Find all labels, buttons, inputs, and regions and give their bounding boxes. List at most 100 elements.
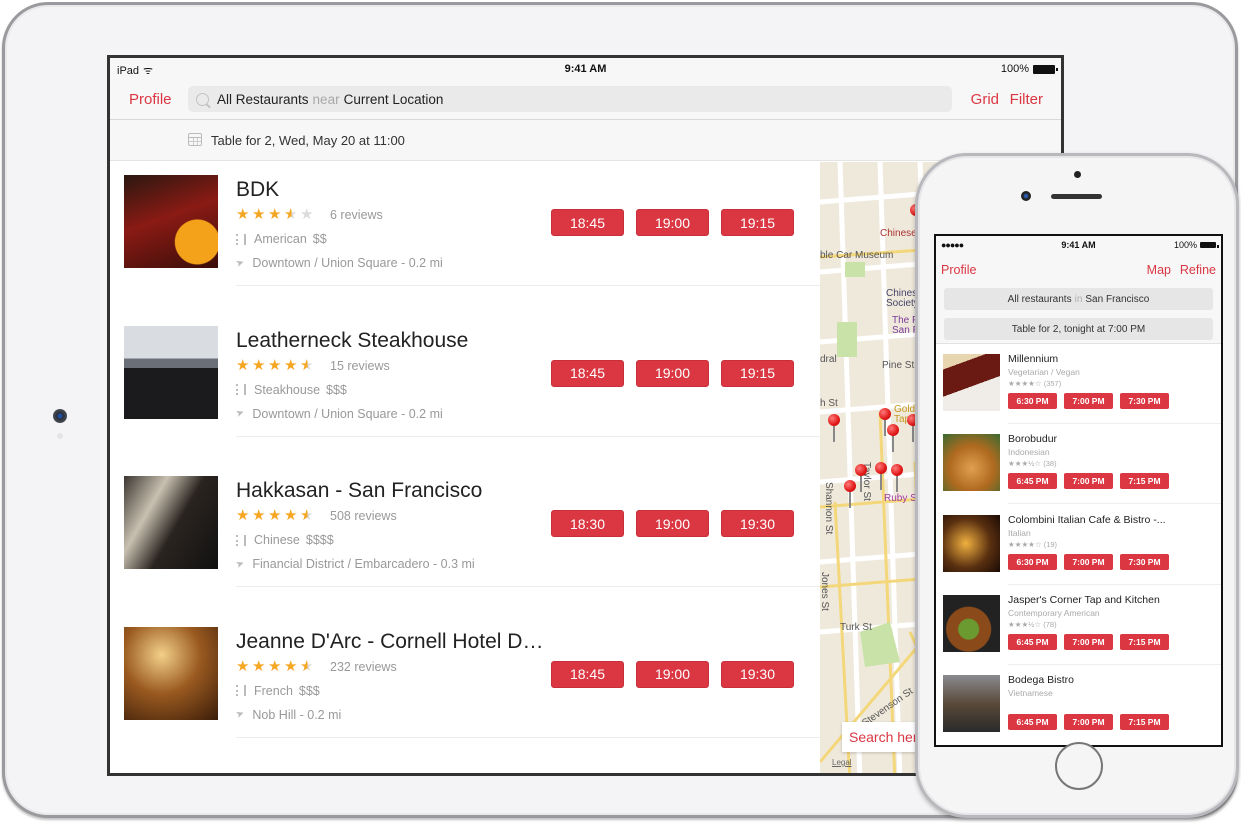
refine-button[interactable]: Refine [1180,263,1216,277]
time-slot-button[interactable]: 18:45 [551,660,624,688]
review-count: (38) [1043,459,1057,469]
search-icon [196,92,209,106]
proximity-sensor [1074,171,1081,178]
star-rating: ★★★½☆ (78) [1008,620,1057,629]
star-icon: ★ [268,507,282,524]
time-slot-button[interactable]: 19:00 [636,209,709,236]
time-slots: 6:45 PM 7:00 PM 7:15 PM [1008,714,1169,731]
star-icon: ★ [300,507,314,524]
restaurant-row[interactable]: Jeanne D'Arc - Cornell Hotel D… ★ ★ ★ ★ ★ 23… [110,614,820,764]
stars-icon: ★★★½☆ [1008,459,1042,469]
restaurant-name[interactable]: Jasper's Corner Tap and Kitchen [1008,594,1160,606]
restaurant-name[interactable]: Jeanne D'Arc - Cornell Hotel D… [236,630,543,654]
map-pin[interactable] [844,480,856,508]
star-rating: ★★★½☆ (38) [1008,459,1057,468]
time-slot-button[interactable]: 19:30 [721,660,794,688]
star-icon: ★ [300,356,314,374]
restaurant-photo [943,594,1000,652]
restaurant-row[interactable]: Jasper's Corner Tap and Kitchen Contempo… [936,585,1221,665]
restaurant-row[interactable]: Leatherneck Steakhouse ★ ★ ★ ★ ★ 15 reviews … [110,313,820,463]
location-field[interactable]: All restaurants in San Francisco [944,288,1213,310]
location-label: Financial District / Embarcadero - 0.3 m… [252,557,475,571]
time-slot-button[interactable]: 19:15 [721,209,794,236]
search-input[interactable]: All Restaurants near Current Location [188,86,952,112]
time-slot-button[interactable]: 18:45 [551,359,624,387]
map-pin[interactable] [828,414,840,442]
restaurant-name[interactable]: BDK [236,178,279,202]
time-slot-button[interactable]: 19:15 [721,359,794,387]
restaurant-list: Millennium Vegetarian / Vegan ★★★★☆ (357… [936,344,1221,745]
map-pin[interactable] [891,464,903,492]
time-slot-button[interactable]: 7:15 PM [1120,633,1169,650]
time-slot-button[interactable]: 7:00 PM [1064,553,1113,570]
map-pin[interactable] [879,408,891,436]
time-slot-button[interactable]: 7:30 PM [1120,553,1169,570]
time-slot-button[interactable]: 7:00 PM [1064,473,1113,490]
map-pin[interactable] [875,462,887,490]
time-slot-button[interactable]: 7:00 PM [1064,633,1113,650]
legal-link[interactable]: Legal [832,758,852,767]
time-slot-button[interactable]: 19:00 [636,359,709,387]
map-label: Turk St [840,622,872,633]
search-query: All Restaurants [217,91,309,107]
time-slot-button[interactable]: 6:45 PM [1008,714,1057,731]
reservation-bar[interactable]: Table for 2, Wed, May 20 at 11:00 [110,120,1061,161]
search-connector: near [312,91,340,107]
grid-button[interactable]: Grid [971,91,999,108]
battery-percent: 100% [1173,240,1197,250]
time-slot-button[interactable]: 7:15 PM [1120,714,1169,731]
restaurant-name[interactable]: Hakkasan - San Francisco [236,479,482,503]
location-label: Downtown / Union Square - 0.2 mi [252,256,443,270]
time-slot-button[interactable]: 7:15 PM [1120,473,1169,490]
restaurant-row[interactable]: Millennium Vegetarian / Vegan ★★★★☆ (357… [936,344,1221,424]
star-icon: ★ [284,507,298,524]
battery-icon [1033,64,1058,74]
time-slot-button[interactable]: 6:45 PM [1008,473,1057,490]
star-icon: ★ [236,206,250,223]
time-slot-button[interactable]: 19:00 [636,660,709,688]
map-button[interactable]: Map [1147,263,1171,277]
time-slot-button[interactable]: 18:45 [551,209,624,236]
home-button[interactable] [1055,742,1103,790]
time-slot-button[interactable]: 19:00 [636,510,709,537]
utensils-icon [236,384,246,395]
location-arrow-icon: ➤ [234,406,247,421]
restaurant-name[interactable]: Leatherneck Steakhouse [236,329,468,353]
restaurant-photo [124,175,218,268]
reservation-field[interactable]: Table for 2, tonight at 7:00 PM [944,318,1213,340]
navigation-bar: Profile Map Refine [936,254,1221,286]
cuisine-label: Vegetarian / Vegan [1008,367,1080,377]
star-icon: ★ [236,657,250,675]
profile-button[interactable]: Profile [129,91,172,108]
restaurant-row[interactable]: Bodega Bistro Vietnamese 6:45 PM 7:00 PM 7… [936,665,1221,745]
location-info: ➤ Downtown / Union Square - 0.2 mi [234,406,442,421]
time-slot-button[interactable]: 18:30 [551,510,624,537]
time-slot-button[interactable]: 6:30 PM [1008,553,1057,570]
map-pin[interactable] [907,414,919,442]
time-slot-button[interactable]: 6:30 PM [1008,393,1057,409]
restaurant-row[interactable]: BDK ★ ★ ★ ★ ★ 6 reviews American $$ ➤ Downto… [110,162,820,312]
restaurant-row[interactable]: Hakkasan - San Francisco ★ ★ ★ ★ ★ 508 revie… [110,463,820,613]
restaurant-name[interactable]: Millennium [1008,353,1058,365]
profile-button[interactable]: Profile [941,263,976,277]
restaurant-name[interactable]: Borobudur [1008,433,1057,445]
restaurant-row[interactable]: Colombini Italian Cafe & Bistro -... Ita… [936,505,1221,585]
time-slot-button[interactable]: 19:30 [721,510,794,537]
cuisine-label: Chinese [254,533,300,547]
filter-button[interactable]: Filter [1010,91,1043,108]
cuisine-info: French $$$ [236,684,320,698]
location-info: ➤ Downtown / Union Square - 0.2 mi [234,256,443,270]
restaurant-name[interactable]: Colombini Italian Cafe & Bistro -... [1008,514,1166,526]
time-slot-button[interactable]: 7:00 PM [1064,714,1113,731]
map-pin[interactable] [887,424,899,452]
location-arrow-icon: ➤ [234,557,247,571]
time-slot-button[interactable]: 6:45 PM [1008,633,1057,650]
time-slots: 6:30 PM 7:00 PM 7:30 PM [1008,553,1169,570]
cuisine-label: Italian [1008,527,1031,538]
time-slot-button[interactable]: 7:30 PM [1120,393,1169,409]
map-pin[interactable] [855,464,867,492]
time-slot-button[interactable]: 7:00 PM [1064,393,1113,409]
time-slots: 6:30 PM 7:00 PM 7:30 PM [1008,393,1169,409]
restaurant-name[interactable]: Bodega Bistro [1008,674,1074,686]
restaurant-row[interactable]: Borobudur Indonesian ★★★½☆ (38) 6:45 PM 7… [936,424,1221,505]
